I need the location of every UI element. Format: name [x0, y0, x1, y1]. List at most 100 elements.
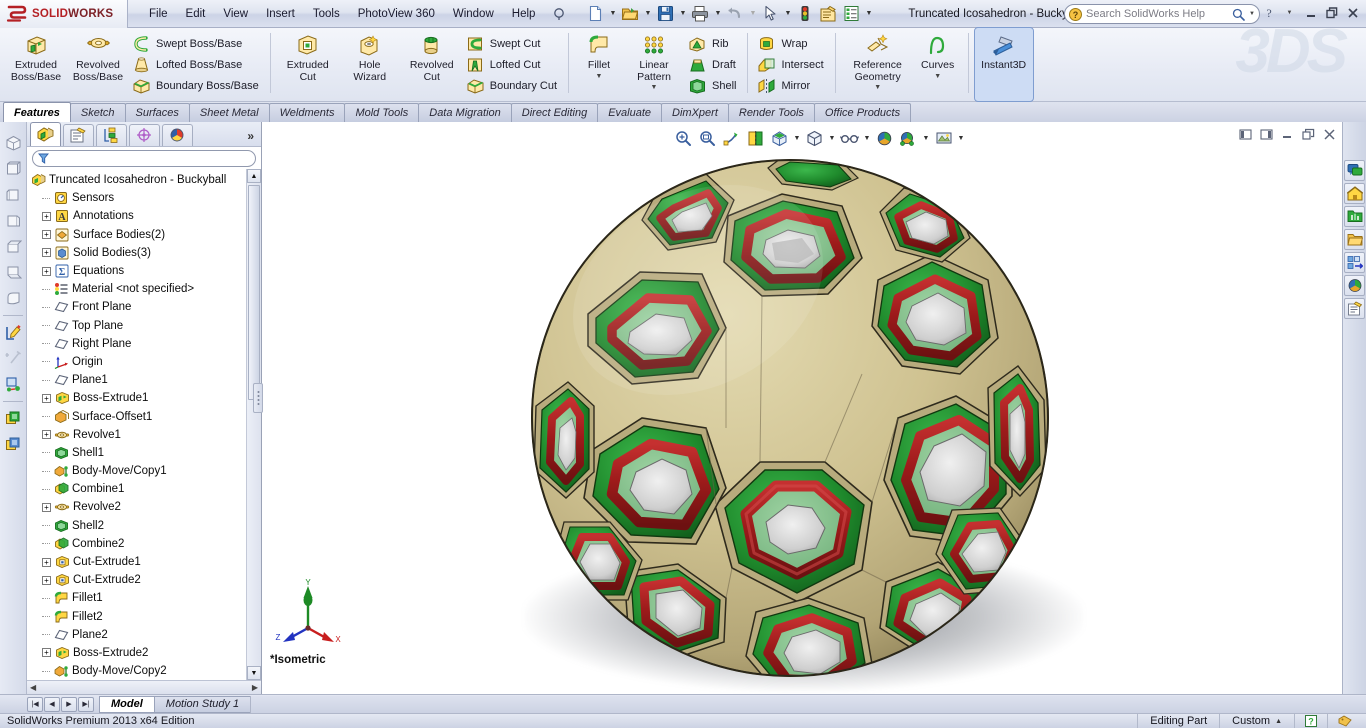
tree-expand-toggle[interactable]: +	[42, 502, 51, 512]
tree-node[interactable]: + Cut-Extrude1	[30, 553, 261, 571]
pane-left-icon[interactable]	[1236, 125, 1255, 144]
extruded-cut-button[interactable]: Extruded Cut	[277, 28, 339, 101]
zoom-fit-icon[interactable]	[672, 127, 695, 149]
tab-evaluate[interactable]: Evaluate	[597, 103, 663, 122]
search-input[interactable]: Search SolidWorks Help	[1086, 8, 1228, 20]
file-properties-button[interactable]	[817, 3, 839, 25]
tree-node[interactable]: Fillet2	[30, 608, 261, 626]
tree-expand-toggle[interactable]: +	[42, 648, 51, 658]
cube-right-icon[interactable]	[1, 208, 25, 233]
pane-right-icon[interactable]	[1257, 125, 1276, 144]
mirror-button[interactable]: Mirror	[754, 76, 828, 96]
tab-office-products[interactable]: Office Products	[813, 103, 912, 122]
feature-tree[interactable]: Truncated Icosahedron - Buckyball Sensors…	[27, 169, 261, 680]
tab-weldments[interactable]: Weldments	[268, 103, 346, 122]
titlebar-help-icon[interactable]: ?	[1259, 3, 1278, 22]
pencil-sketch-icon[interactable]	[1, 320, 25, 345]
tree-expand-toggle[interactable]: +	[42, 266, 51, 276]
save-document-dropdown[interactable]: ▼	[677, 3, 688, 25]
last-tab-button[interactable]: ▶|	[78, 696, 94, 712]
first-tab-button[interactable]: |◀	[27, 696, 43, 712]
intersect-button[interactable]: Intersect	[754, 55, 828, 75]
fillet-dropdown-icon[interactable]: ▼	[596, 73, 603, 80]
undo-button[interactable]	[724, 3, 746, 25]
status-help-icon[interactable]: ?	[1294, 713, 1327, 728]
tree-expand-toggle[interactable]: +	[42, 230, 51, 240]
revolved-boss-base-button[interactable]: Revolved Boss/Base	[67, 28, 129, 101]
undo-dropdown[interactable]: ▼	[747, 3, 758, 25]
cube-isometric-icon[interactable]	[1, 130, 25, 155]
status-units-caret-icon[interactable]: ▲	[1275, 718, 1282, 725]
tab-motion-study-1[interactable]: Motion Study 1	[153, 695, 252, 713]
tab-sheet-metal[interactable]: Sheet Metal	[188, 103, 270, 122]
tree-node[interactable]: Plane1	[30, 371, 261, 389]
section-view-icon[interactable]	[744, 127, 767, 149]
menu-view[interactable]: View	[214, 4, 257, 24]
tree-expand-toggle[interactable]: +	[42, 248, 51, 258]
cube-normal-icon[interactable]	[1, 286, 25, 311]
feature-tree-hscrollbar[interactable]: ◀ ▶	[27, 680, 261, 694]
tree-node[interactable]: + Boss-Extrude1	[30, 389, 261, 407]
select-button[interactable]	[759, 3, 781, 25]
tree-node[interactable]: Origin	[30, 353, 261, 371]
reference-geometry-button[interactable]: Reference Geometry ▼	[842, 28, 914, 101]
move-entity-icon[interactable]	[1, 372, 25, 397]
tab-mold-tools[interactable]: Mold Tools	[344, 103, 420, 122]
tree-node[interactable]: + Revolve2	[30, 498, 261, 516]
new-document-button[interactable]	[584, 3, 606, 25]
cube-top-icon[interactable]	[1, 234, 25, 259]
tree-node[interactable]: Shell1	[30, 444, 261, 462]
revolved-cut-button[interactable]: Revolved Cut	[401, 28, 463, 101]
tree-node[interactable]: + Boss-Extrude2	[30, 644, 261, 662]
tab-data-migration[interactable]: Data Migration	[418, 103, 512, 122]
graphics-viewport[interactable]: ▼ ▼ ▼ ▼ ▼ Y Z X *Isometric	[262, 122, 1342, 694]
tree-node[interactable]: Front Plane	[30, 298, 261, 316]
tree-node[interactable]: + Solid Bodies(3)	[30, 244, 261, 262]
tag-icon[interactable]	[1327, 713, 1362, 728]
cube-front-icon[interactable]	[1, 156, 25, 181]
options-button[interactable]	[840, 3, 862, 25]
tree-root-node[interactable]: Truncated Icosahedron - Buckyball	[30, 171, 261, 189]
tree-node[interactable]: Top Plane	[30, 317, 261, 335]
tree-expand-toggle[interactable]: +	[42, 430, 51, 440]
feature-tree-tab[interactable]	[30, 122, 61, 146]
tree-node[interactable]: Surface-Offset1	[30, 407, 261, 425]
tree-node[interactable]: Sensors	[30, 189, 261, 207]
view-orientation-cube-icon[interactable]	[768, 127, 791, 149]
tab-model[interactable]: Model	[99, 695, 155, 713]
add-relation-icon[interactable]	[1, 346, 25, 371]
tab-features[interactable]: Features	[3, 102, 71, 122]
tree-scroll-up-button[interactable]: ▲	[247, 169, 261, 183]
tab-surfaces[interactable]: Surfaces	[124, 103, 190, 122]
rebuild-button[interactable]	[794, 3, 816, 25]
fillet-button[interactable]: Fillet ▼	[575, 28, 623, 101]
view-settings-icon[interactable]	[932, 127, 955, 149]
prev-tab-button[interactable]: ◀	[44, 696, 60, 712]
swept-cut-button[interactable]: Swept Cut	[463, 34, 562, 54]
feature-filter-input[interactable]	[32, 150, 256, 167]
feature-manager-more-button[interactable]: »	[247, 129, 261, 146]
orientation-triad[interactable]: Y Z X	[270, 578, 350, 650]
feature-tree-scrollbar[interactable]: ▲ ▼	[246, 169, 261, 680]
property-manager-tab[interactable]	[63, 124, 94, 146]
menu-tools[interactable]: Tools	[304, 4, 349, 24]
display-style-icon[interactable]	[803, 127, 826, 149]
titlebar-help-dropdown-icon[interactable]: ▼	[1280, 3, 1299, 22]
tree-node[interactable]: Combine2	[30, 535, 261, 553]
home-library-icon[interactable]	[1344, 183, 1365, 204]
tree-expand-toggle[interactable]: +	[42, 557, 51, 567]
tree-node[interactable]: Shell2	[30, 517, 261, 535]
next-tab-button[interactable]: ▶	[61, 696, 77, 712]
curves-button[interactable]: Curves ▼	[914, 28, 962, 101]
tree-expand-toggle[interactable]: +	[42, 575, 51, 585]
display-style-dropdown-icon[interactable]: ▼	[827, 127, 837, 149]
search-dropdown-icon[interactable]: ▼	[1249, 11, 1255, 17]
instant3d-button[interactable]: Instant3D	[973, 27, 1034, 102]
view-settings-dropdown-icon[interactable]: ▼	[956, 127, 966, 149]
zoom-area-icon[interactable]	[696, 127, 719, 149]
tree-expand-toggle[interactable]: +	[42, 211, 51, 221]
wrap-button[interactable]: Wrap	[754, 34, 828, 54]
open-document-button[interactable]	[619, 3, 641, 25]
menu-photoview360[interactable]: PhotoView 360	[349, 4, 444, 24]
boundary-boss-base-button[interactable]: Boundary Boss/Base	[129, 76, 264, 96]
